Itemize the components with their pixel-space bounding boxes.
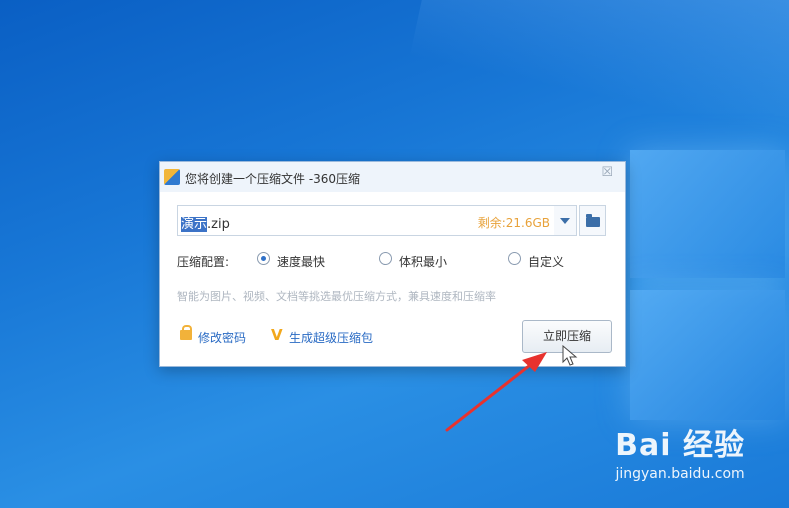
option-label: 速度最快 (277, 255, 326, 269)
dialog-title: 您将创建一个压缩文件 -360压缩 (185, 172, 361, 186)
filename-text[interactable]: 演示.zip (181, 213, 230, 232)
title-bar: 您将创建一个压缩文件 -360压缩 ☒ (160, 162, 625, 192)
config-label: 压缩配置: (177, 255, 230, 269)
v-badge-icon: V (271, 326, 283, 344)
watermark-url: jingyan.baidu.com (615, 466, 745, 482)
mouse-cursor-icon (562, 345, 578, 366)
change-password-label: 修改密码 (198, 331, 247, 345)
filename-selection: 演示 (181, 217, 208, 232)
path-dropdown-button[interactable] (554, 205, 577, 236)
windows-logo-pane (630, 290, 785, 420)
radio-custom[interactable] (508, 252, 521, 265)
radio-smallest[interactable] (379, 252, 392, 265)
360zip-icon (164, 169, 180, 185)
compress-dialog: 您将创建一个压缩文件 -360压缩 ☒ 演示.zip 剩余:21.6GB 压缩配… (159, 161, 626, 367)
super-archive-label: 生成超级压缩包 (289, 331, 374, 345)
option-description: 智能为图片、视频、文档等挑选最优压缩方式，兼具速度和压缩率 (177, 290, 496, 303)
close-icon[interactable]: ☒ (601, 165, 613, 180)
option-label: 自定义 (528, 255, 565, 269)
radio-fastest[interactable] (257, 252, 270, 265)
folder-icon (586, 214, 600, 227)
baidu-watermark: Bai 经验 jingyan.baidu.com (615, 420, 745, 482)
browse-folder-button[interactable] (579, 205, 606, 236)
free-space-label: 剩余:21.6GB (477, 216, 550, 230)
option-label: 体积最小 (399, 255, 448, 269)
chevron-down-icon (560, 218, 570, 224)
filename-input[interactable]: 演示.zip 剩余:21.6GB (177, 205, 555, 236)
filename-extension: .zip (207, 217, 230, 232)
lock-icon (180, 325, 192, 340)
desktop: 您将创建一个压缩文件 -360压缩 ☒ 演示.zip 剩余:21.6GB 压缩配… (0, 0, 789, 508)
watermark-logo: Bai 经验 (615, 428, 745, 463)
windows-logo (630, 150, 789, 450)
windows-logo-pane (630, 150, 785, 278)
